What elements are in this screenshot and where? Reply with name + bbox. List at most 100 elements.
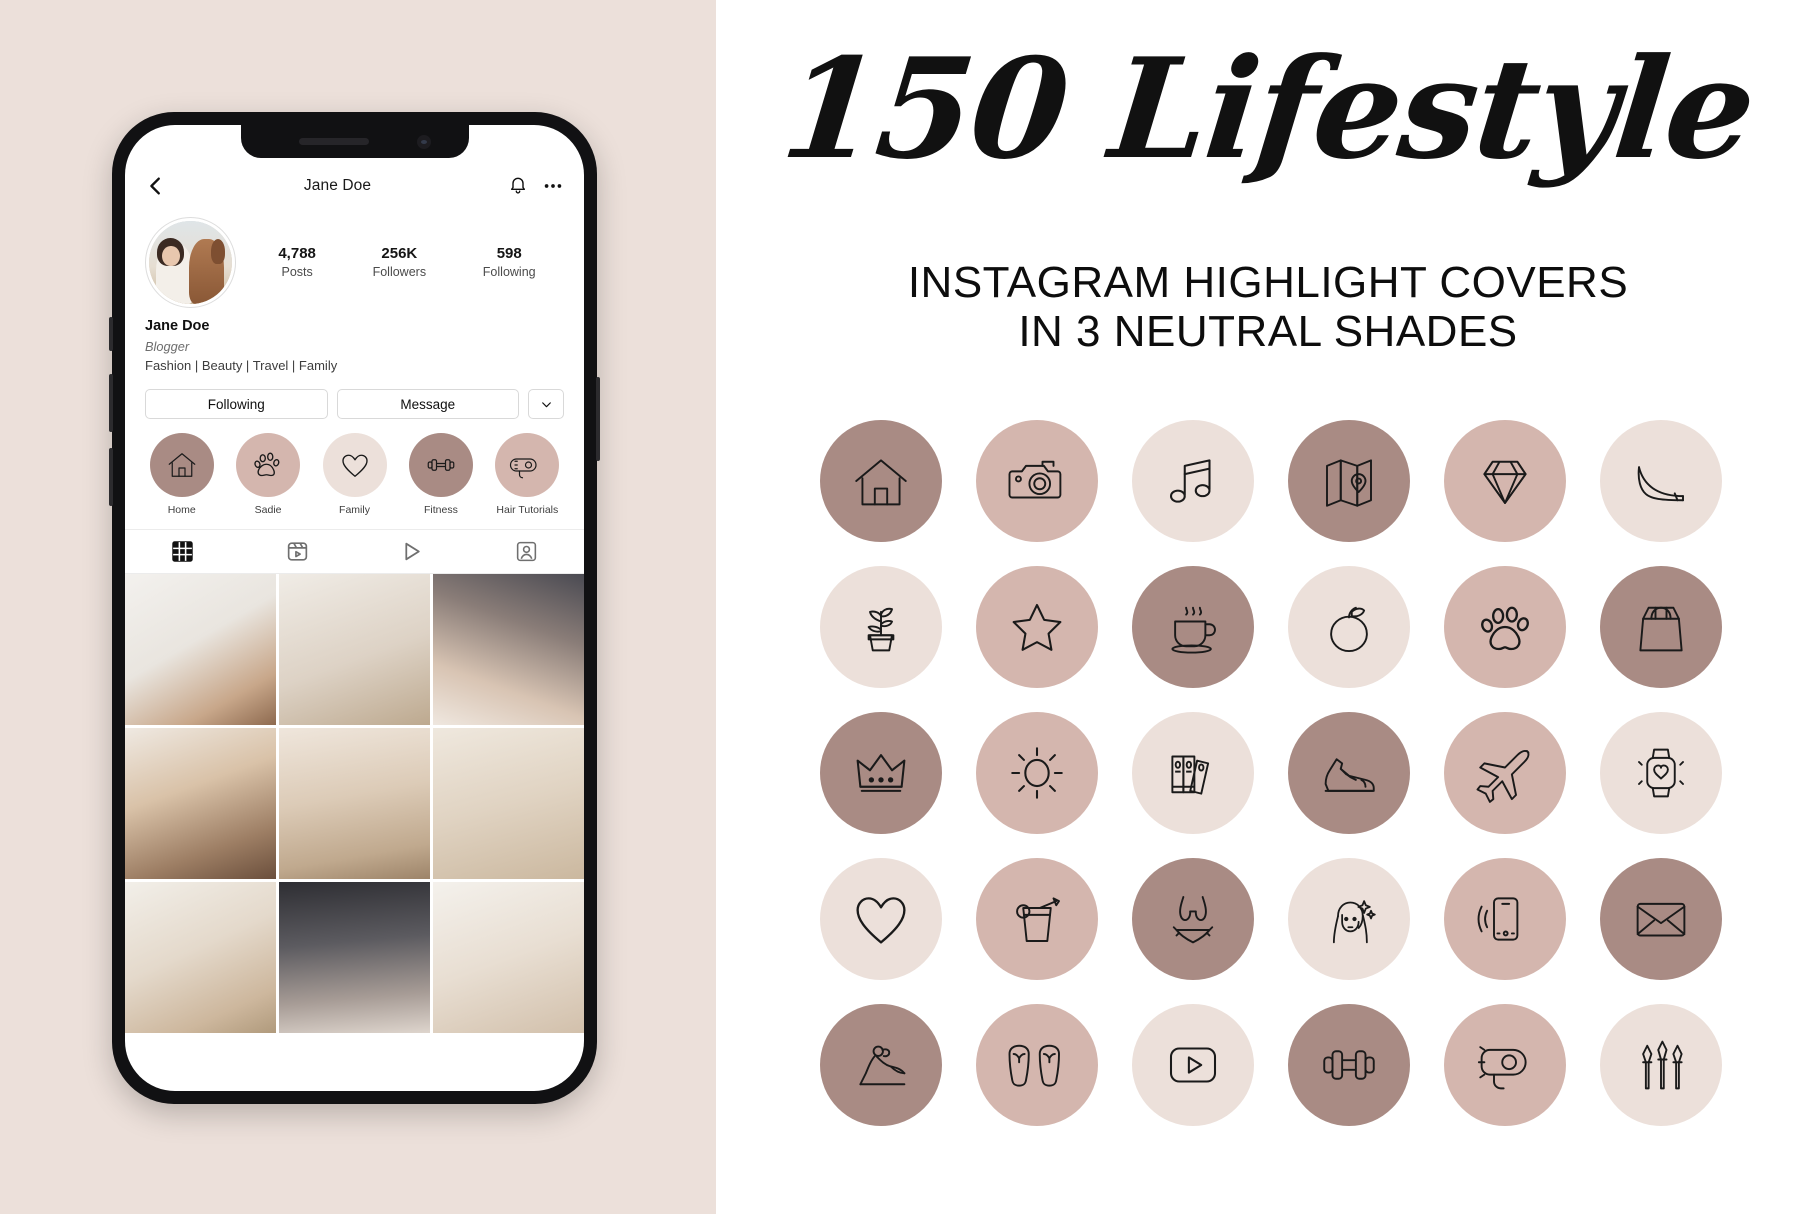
- highlight-label: Home: [167, 504, 196, 517]
- subheadline-line-2: IN 3 NEUTRAL SHADES: [1018, 307, 1518, 357]
- tab-grid[interactable]: [125, 539, 240, 564]
- message-button[interactable]: Message: [336, 389, 519, 420]
- cover-music[interactable]: [1128, 420, 1258, 542]
- paw-icon: [1481, 606, 1529, 651]
- cover-camera[interactable]: [972, 420, 1102, 542]
- books-icon: [1171, 755, 1210, 795]
- bikini-icon: [1172, 896, 1214, 944]
- cover-smoothie[interactable]: [972, 858, 1102, 980]
- post-thumb-7[interactable]: [125, 882, 276, 1034]
- cover-envelope[interactable]: [1596, 858, 1726, 980]
- cover-map[interactable]: [1284, 420, 1414, 542]
- back-chevron-icon[interactable]: [145, 175, 167, 197]
- phone-power-button: [596, 377, 600, 461]
- bio-display-name: Jane Doe: [145, 318, 210, 334]
- coffee-cup-icon: [1171, 606, 1216, 654]
- highlight-cover-grid: [816, 420, 1726, 1126]
- cover-heart[interactable]: [816, 858, 946, 980]
- paw-icon: [254, 452, 280, 477]
- chevron-down-icon[interactable]: [528, 389, 564, 420]
- cover-sun[interactable]: [972, 712, 1102, 834]
- highlight-family[interactable]: Family: [315, 433, 394, 516]
- grid-icon: [172, 541, 193, 562]
- stat-following[interactable]: 598 Following: [483, 245, 536, 280]
- phone-notch: [240, 125, 469, 158]
- front-camera-icon: [416, 135, 431, 149]
- airplane-icon: [1476, 749, 1530, 803]
- map-icon: [1326, 459, 1372, 507]
- crown-icon: [856, 754, 906, 792]
- profile-header: Jane Doe: [125, 165, 584, 207]
- cover-bikini[interactable]: [1128, 858, 1258, 980]
- shopping-bag-icon: [1639, 606, 1683, 652]
- cover-books[interactable]: [1128, 712, 1258, 834]
- highlight-fitness[interactable]: Fitness: [401, 433, 480, 516]
- tab-tagged[interactable]: [469, 539, 584, 564]
- cover-flip-flops[interactable]: [972, 1004, 1102, 1126]
- cover-shopping-bag[interactable]: [1596, 566, 1726, 688]
- bio-category: Blogger: [145, 338, 190, 354]
- cover-smartwatch[interactable]: [1596, 712, 1726, 834]
- highlight-label: Family: [339, 504, 370, 517]
- cover-dumbbell[interactable]: [1284, 1004, 1414, 1126]
- cover-sneaker[interactable]: [1284, 712, 1414, 834]
- cover-apple[interactable]: [1284, 566, 1414, 688]
- cover-star[interactable]: [972, 566, 1102, 688]
- cover-diamond[interactable]: [1440, 420, 1570, 542]
- cover-house[interactable]: [816, 420, 946, 542]
- page-title: Jane Doe: [303, 177, 372, 194]
- dumbbell-icon: [427, 459, 455, 471]
- tab-video[interactable]: [355, 539, 470, 564]
- highlight-cover: [149, 433, 214, 498]
- post-thumb-4[interactable]: [125, 728, 276, 880]
- stat-value: 598: [496, 245, 522, 262]
- profile-actions: Following Message: [125, 377, 584, 420]
- highlight-home[interactable]: Home: [142, 433, 221, 516]
- cover-hairdryer[interactable]: [1440, 1004, 1570, 1126]
- phone-volume-up: [109, 374, 113, 432]
- avatar[interactable]: [145, 217, 236, 308]
- cover-play-button[interactable]: [1128, 1004, 1258, 1126]
- cover-paw[interactable]: [1440, 566, 1570, 688]
- cover-crown[interactable]: [816, 712, 946, 834]
- house-icon: [855, 459, 907, 506]
- smoothie-icon: [1016, 897, 1060, 942]
- more-options-icon[interactable]: [542, 175, 564, 197]
- cover-airplane[interactable]: [1440, 712, 1570, 834]
- stat-posts[interactable]: 4,788 Posts: [278, 245, 316, 280]
- cover-high-heel[interactable]: [1596, 420, 1726, 542]
- sneaker-icon: [1324, 758, 1375, 792]
- post-thumb-9[interactable]: [433, 882, 584, 1034]
- phone-volume-down: [109, 448, 113, 506]
- post-thumb-2[interactable]: [279, 574, 430, 726]
- stat-label: Followers: [372, 264, 427, 279]
- cover-woman-face[interactable]: [1284, 858, 1414, 980]
- cover-plant[interactable]: [816, 566, 946, 688]
- stat-value: 4,788: [278, 245, 316, 262]
- star-icon: [1012, 603, 1062, 651]
- woman-face-icon: [1332, 900, 1376, 944]
- cover-yoga[interactable]: [816, 1004, 946, 1126]
- post-thumb-6[interactable]: [433, 728, 584, 880]
- cover-phone[interactable]: [1440, 858, 1570, 980]
- poster-canvas: Jane Doe 4,788 Posts 256K Followers 598 …: [0, 0, 1820, 1214]
- cover-coffee[interactable]: [1128, 566, 1258, 688]
- heart-icon: [856, 897, 906, 944]
- post-thumb-1[interactable]: [125, 574, 276, 726]
- phone-screen: Jane Doe 4,788 Posts 256K Followers 598 …: [125, 125, 584, 1091]
- stat-label: Posts: [281, 264, 313, 279]
- cover-makeup-brush[interactable]: [1596, 1004, 1726, 1126]
- post-thumb-3[interactable]: [433, 574, 584, 726]
- highlight-sadie[interactable]: Sadie: [228, 433, 307, 516]
- bell-icon[interactable]: [508, 175, 528, 197]
- stat-label: Following: [482, 264, 536, 279]
- following-button[interactable]: Following: [145, 389, 328, 420]
- tab-reels[interactable]: [240, 539, 355, 564]
- highlight-label: Hair Tutorials: [496, 504, 559, 517]
- post-thumb-5[interactable]: [279, 728, 430, 880]
- post-thumb-8[interactable]: [279, 882, 430, 1034]
- highlight-hair-tutorials[interactable]: Hair Tutorials: [488, 433, 567, 516]
- highlight-cover: [322, 433, 387, 498]
- envelope-icon: [1636, 902, 1686, 937]
- stat-followers[interactable]: 256K Followers: [373, 245, 427, 280]
